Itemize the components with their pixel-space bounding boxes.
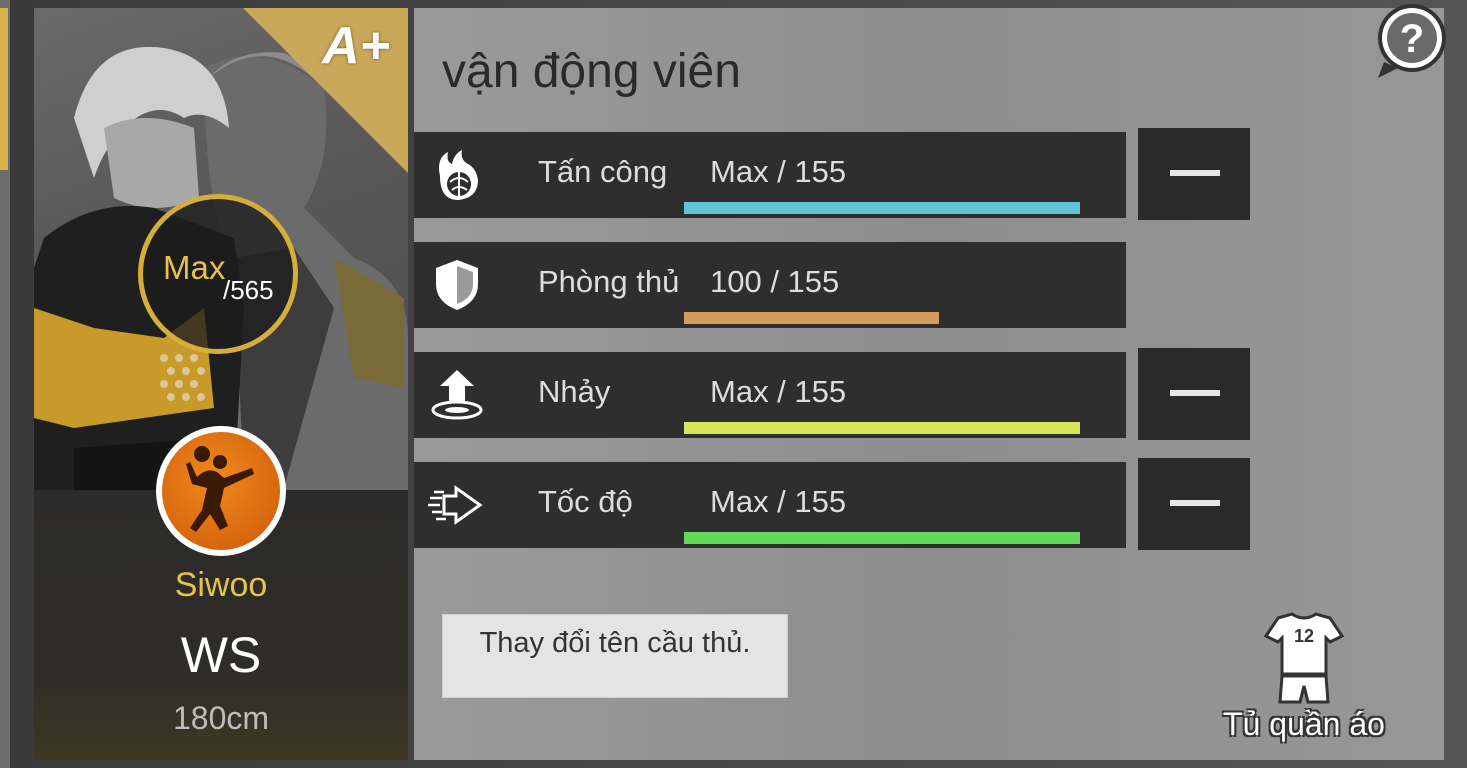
speed-arrow-icon — [428, 485, 483, 525]
previous-card-edge[interactable] — [0, 0, 10, 768]
help-button[interactable]: ? — [1372, 2, 1452, 82]
stat-bar — [684, 312, 1080, 324]
wardrobe-label: Tủ quần áo — [1223, 706, 1385, 742]
help-question-icon: ? — [1378, 4, 1446, 78]
previous-card-grade-edge — [0, 8, 8, 170]
attack-minus-button[interactable] — [1138, 128, 1250, 220]
stat-value: Max / 155 — [710, 374, 847, 409]
jersey-icon: 12 — [1263, 612, 1345, 704]
stat-label: Tốc độ — [538, 484, 633, 519]
speed-minus-button[interactable] — [1138, 458, 1250, 550]
player-position: WS — [180, 627, 262, 683]
player-height: 180cm — [172, 700, 270, 736]
stat-row-attack: Tấn công Max / 155 — [414, 132, 1126, 218]
stat-row-speed: Tốc độ Max / 155 — [414, 462, 1126, 548]
minus-icon — [1170, 500, 1220, 506]
stat-bar-fill — [684, 532, 1080, 544]
stat-label: Phòng thủ — [538, 264, 680, 299]
panel-title: vận động viên — [442, 45, 741, 98]
overall-current: Max — [163, 249, 226, 286]
overall-ring: Max /565 — [138, 194, 298, 354]
stat-bar-fill — [684, 202, 1080, 214]
fire-ball-icon — [439, 150, 478, 200]
stat-label: Nhảy — [538, 374, 611, 409]
stat-label: Tấn công — [538, 154, 668, 189]
stat-bar-fill — [684, 422, 1080, 434]
stats-panel: vận động viên Tấn công Max / 155 Phòng t… — [414, 8, 1444, 760]
shield-icon — [436, 260, 478, 310]
minus-icon — [1170, 390, 1220, 396]
stat-bar-fill — [684, 312, 940, 324]
jump-minus-button[interactable] — [1138, 348, 1250, 440]
stat-row-jump: Nhảy Max / 155 — [414, 352, 1126, 438]
stat-value: 100 / 155 — [710, 264, 840, 299]
player-card: A+ Max /565 Siwoo WS 180cm — [34, 8, 408, 760]
minus-icon — [1170, 170, 1220, 176]
grade-label: A+ — [322, 17, 390, 75]
player-name: Siwoo — [174, 566, 268, 604]
stat-value: Max / 155 — [710, 154, 847, 189]
svg-text:?: ? — [1400, 17, 1424, 61]
stat-bar — [684, 422, 1080, 434]
stat-row-defense: Phòng thủ 100 / 155 — [414, 242, 1126, 328]
rename-player-button[interactable]: Thay đổi tên cầu thủ. — [442, 614, 788, 698]
stat-value: Max / 155 — [710, 484, 847, 519]
stat-bar — [684, 202, 1080, 214]
game-screen: A+ Max /565 Siwoo WS 180cm vận động viên… — [0, 0, 1467, 768]
stat-bar — [684, 532, 1080, 544]
jersey-number: 12 — [1294, 626, 1314, 646]
position-badge — [156, 426, 286, 556]
jump-arrow-icon — [431, 370, 483, 420]
overall-total: /565 — [223, 275, 274, 305]
wardrobe-button[interactable]: 12 Tủ quần áo — [1204, 610, 1404, 750]
player-portrait: A+ Max /565 — [34, 8, 408, 490]
spike-player-icon — [186, 446, 254, 532]
